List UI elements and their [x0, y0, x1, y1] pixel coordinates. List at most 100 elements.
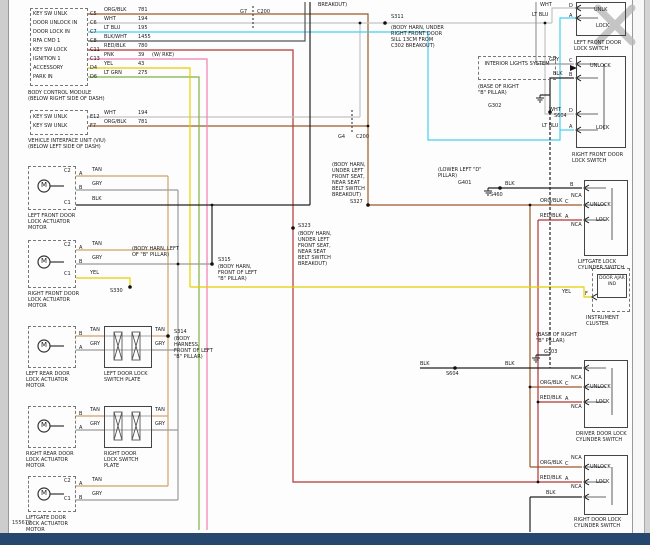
ground-symbols — [484, 95, 544, 362]
pin-letter: B — [79, 411, 82, 417]
junction-dot — [367, 125, 370, 128]
motor-m-symbol: M — [41, 490, 47, 496]
switch-caption: RIGHT FRONT DOOR LOCK SWITCH — [572, 152, 628, 164]
ground-note: (LOWER LEFT "D" PILLAR) — [438, 167, 490, 179]
wire-color: ORG/BLK — [540, 380, 562, 386]
splice-note: (BODY HARN, FRONT OF LEFT "B" PILLAR) — [218, 264, 260, 282]
wire-color: RED/BLK — [540, 213, 562, 219]
plate-caption: LEFT DOOR LOCK SWITCH PLATE — [104, 371, 150, 383]
bcm-row-label: KEY SW LOCK — [33, 47, 67, 53]
wire-color: WHT — [549, 107, 561, 113]
nca-tag: NCA — [571, 375, 582, 381]
bcm-row-label: PARK IN — [33, 74, 53, 80]
right-front-door-lock-switch-box — [576, 56, 626, 148]
connector-name: C200 — [257, 9, 270, 15]
pin-letter: A — [569, 13, 572, 19]
bcm-pin: C5 — [90, 11, 97, 17]
wire-color: ORG/BLK — [104, 7, 126, 13]
switch-position-label: UNLK — [594, 7, 607, 13]
splice-dot-s327 — [366, 203, 370, 207]
junction-dot — [537, 481, 540, 484]
junction-dot — [537, 401, 540, 404]
wire-color: GRY — [90, 341, 100, 347]
splice-dot-s604-b — [453, 366, 457, 370]
viu-pin: E12 — [90, 114, 100, 120]
wire-color: BLK — [505, 181, 515, 187]
wire-color: YEL — [562, 289, 571, 295]
wire-color: LT BLU — [104, 25, 120, 31]
wire-color: ORG/BLK — [540, 460, 562, 466]
wire-color: LT BLU — [542, 123, 558, 129]
connector-cavity: G4 — [338, 134, 345, 140]
splice-dot-s460 — [498, 186, 502, 190]
nca-tag: NCA — [571, 484, 582, 490]
wire-color: TAN — [155, 327, 165, 333]
connector-tag: C1 — [64, 271, 71, 277]
wire-color: BLK — [546, 490, 556, 496]
splice-dot-s323 — [291, 226, 295, 230]
switch-caption: RIGHT DOOR LOCK CYLINDER SWITCH — [574, 517, 630, 529]
switch-position-label: LOCK — [596, 217, 609, 223]
cut-off-note: BREAKOUT) — [318, 2, 347, 8]
motor-caption: RIGHT REAR DOOR LOCK ACTUATOR MOTOR — [26, 451, 76, 469]
wire-color: LT GRN — [104, 70, 122, 76]
switch-position-label: LOCK — [596, 479, 609, 485]
left-rear-motor-box — [28, 326, 76, 368]
circuit-number: 275 — [138, 70, 148, 76]
bcm-pin: C6 — [90, 20, 97, 26]
wire-color: GRY — [155, 421, 165, 427]
motor-caption: LIFTGATE DOOR LOCK ACTUATOR MOTOR — [26, 515, 74, 533]
bcm-pin: C13 — [90, 56, 100, 62]
left-switch-plate-box — [104, 326, 152, 368]
motor-m-symbol: M — [41, 342, 47, 348]
splice-name: S604 — [554, 113, 567, 119]
switch-position-label: LOCK — [596, 23, 609, 29]
ground-symbol-g303 — [532, 355, 540, 362]
pin-letter: B — [570, 182, 573, 188]
wire-color: WHT — [540, 2, 552, 8]
rke-note: (W/ RKE) — [152, 52, 174, 58]
viu-row-label: KEY SW UNLK — [33, 114, 67, 120]
splice-name: S314 — [174, 329, 187, 335]
junction-dot — [544, 22, 547, 25]
wire-color: ORG/BLK — [104, 119, 126, 125]
circuit-number: 194 — [138, 16, 148, 22]
connector-cavity: G7 — [240, 9, 247, 15]
motor-m-symbol: M — [41, 258, 47, 264]
connector-name: C200 — [356, 134, 369, 140]
motor-caption: LEFT REAR DOOR LOCK ACTUATOR MOTOR — [26, 371, 76, 389]
connector-tag: C1 — [64, 496, 71, 502]
pin-letter: A — [565, 396, 568, 402]
wire-color: TAN — [92, 477, 102, 483]
viu-row-label: KEY SW UNLK — [33, 123, 67, 129]
wire-color: RED/BLK — [540, 395, 562, 401]
plate-caption: RIGHT DOOR LOCK SWITCH PLATE — [104, 451, 150, 469]
nca-tag: NCA — [571, 222, 582, 228]
motor-caption: RIGHT FRONT DOOR LOCK ACTUATOR MOTOR — [28, 291, 80, 309]
splice-name: S323 — [298, 223, 311, 229]
switch-position-label: UNLOCK — [590, 384, 611, 390]
wire-color: BLK/WHT — [104, 34, 127, 40]
bcm-caption: BODY CONTROL MODULE (BELOW RIGHT SIDE OF… — [28, 90, 110, 102]
switch-position-label: LOCK — [596, 399, 609, 405]
connector-tag: C2 — [64, 478, 71, 484]
switch-caption: LEFT FRONT DOOR LOCK SWITCH — [574, 40, 628, 52]
nca-tag: NCA — [571, 404, 582, 410]
splice-note: (BODY HARN, UNDER LEFT FRONT SEAT, NEAR … — [298, 231, 338, 267]
splice-name: S604 — [446, 371, 459, 377]
wire-color: TAN — [155, 407, 165, 413]
ground-note: (BASE OF RIGHT "B" PILLAR) — [536, 332, 580, 344]
wire-color: LT BLU — [532, 12, 548, 18]
pin-letter: A — [79, 481, 82, 487]
wire-color: GRY — [549, 57, 559, 63]
pin-letter: C — [569, 58, 573, 64]
splice-name: S460 — [490, 192, 503, 198]
splice-name: S311 — [391, 14, 404, 20]
switch-caption: LIFTGATE LOCK CYLINDER SWITCH — [578, 259, 626, 271]
pin-letter: C — [565, 199, 569, 205]
pin-letter: D — [569, 108, 573, 114]
motor-m-symbol: M — [41, 422, 47, 428]
nca-tag: NCA — [571, 193, 582, 199]
wire-color: TAN — [92, 241, 102, 247]
circuit-number: 781 — [138, 7, 148, 13]
